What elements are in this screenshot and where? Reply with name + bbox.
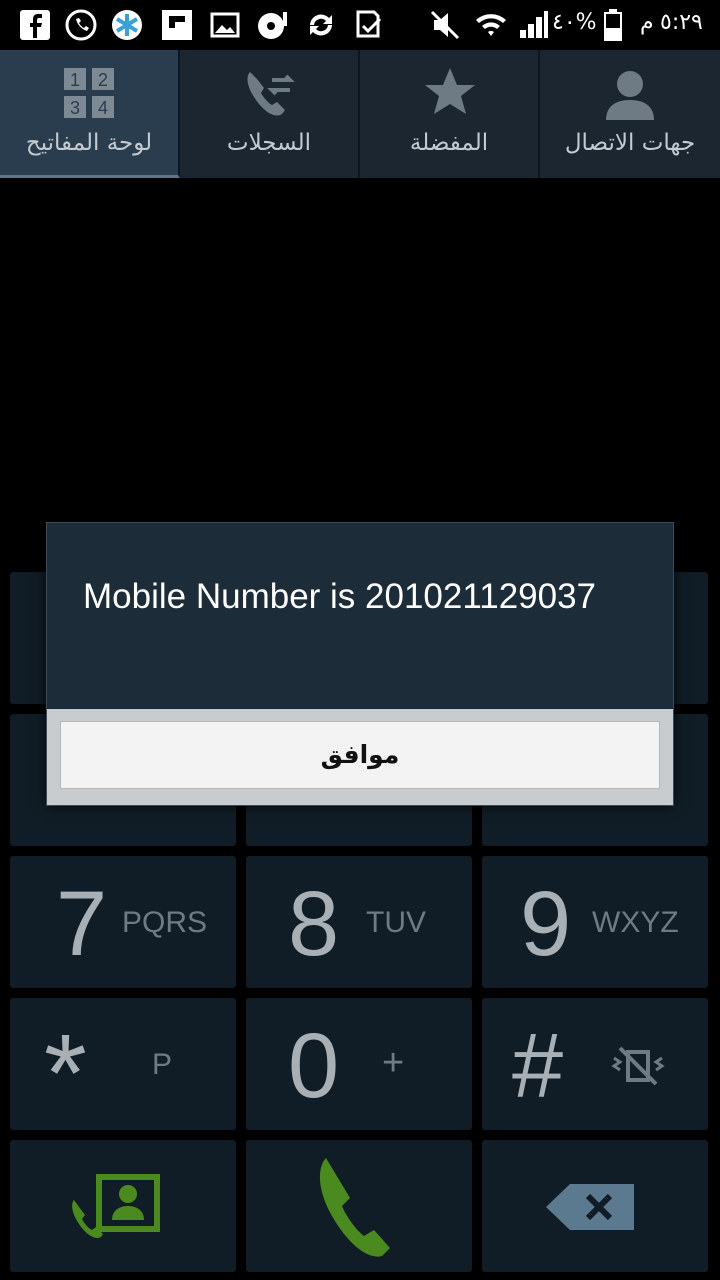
clock: ٥:٢٩ [660, 10, 703, 35]
tab-contacts-label: جهات الاتصال [564, 130, 696, 156]
alert-dialog: Mobile Number is 201021129037 موافق [46, 522, 674, 806]
key-letters: P [152, 1048, 173, 1081]
key-digit: * [44, 1012, 87, 1135]
asterisk-app-icon [112, 10, 142, 40]
key-7[interactable]: 7 PQRS [10, 856, 236, 988]
download-done-icon [356, 10, 382, 38]
svg-text:2: 2 [98, 70, 108, 90]
tab-favorites[interactable]: المفضلة [360, 50, 540, 178]
key-digit: 7 [56, 873, 108, 975]
sync-icon [310, 14, 332, 36]
facebook-icon [20, 10, 50, 40]
key-digit: 8 [288, 873, 340, 975]
status-bar: ٤٠% م ٥:٢٩ [0, 0, 720, 50]
tab-contacts[interactable]: جهات الاتصال [540, 50, 720, 178]
battery-percent: ٤٠% [552, 10, 597, 35]
key-digit: 0 [288, 1015, 340, 1117]
tab-logs[interactable]: السجلات [180, 50, 360, 178]
call-button[interactable] [246, 1140, 472, 1272]
key-star[interactable]: * P [10, 998, 236, 1135]
ok-button[interactable]: موافق [60, 721, 660, 789]
gallery-icon [210, 12, 240, 38]
contact-person-icon [606, 71, 654, 120]
dialog-message: Mobile Number is 201021129037 [83, 577, 597, 616]
tab-bar: 1 2 3 4 لوحة المفاتيح السجلات المفضلة جه… [0, 50, 720, 178]
add-contact-button[interactable] [10, 1140, 236, 1272]
flipboard-icon [162, 10, 192, 40]
key-9[interactable]: 9 WXYZ [482, 856, 708, 988]
key-letters: PQRS [122, 906, 208, 939]
ampm: م [640, 10, 654, 35]
dialog-footer: موافق [47, 709, 673, 805]
tab-keypad-label: لوحة المفاتيح [25, 130, 153, 156]
key-letters: WXYZ [592, 906, 679, 939]
keypad-grid-icon: 1 2 3 4 [64, 68, 114, 118]
svg-text:4: 4 [98, 98, 108, 118]
key-letters: + [382, 1042, 405, 1084]
vibrate-mute-icon [611, 1046, 665, 1086]
key-digit: 9 [520, 873, 572, 975]
key-hash[interactable]: # [482, 998, 708, 1130]
tab-logs-label: السجلات [226, 130, 312, 156]
key-letters: TUV [366, 906, 426, 939]
key-0[interactable]: 0 + [246, 998, 472, 1130]
whatsapp-icon [65, 9, 97, 41]
key-digit: # [512, 1015, 564, 1117]
backspace-button[interactable] [482, 1140, 708, 1272]
backspace-icon [546, 1184, 634, 1230]
tab-keypad[interactable]: 1 2 3 4 لوحة المفاتيح [0, 50, 180, 178]
signal-icon [520, 11, 548, 38]
svg-text:3: 3 [70, 98, 80, 118]
media-disc-icon [258, 12, 287, 39]
key-8[interactable]: 8 TUV [246, 856, 472, 988]
call-icon [319, 1158, 390, 1257]
mute-icon [430, 10, 460, 40]
star-icon [425, 68, 475, 114]
wifi-icon [476, 14, 506, 36]
add-contact-icon [72, 1174, 160, 1238]
call-log-icon [247, 72, 295, 116]
battery-icon [604, 9, 622, 41]
svg-text:1: 1 [70, 70, 80, 90]
tab-favorites-label: المفضلة [409, 130, 489, 156]
